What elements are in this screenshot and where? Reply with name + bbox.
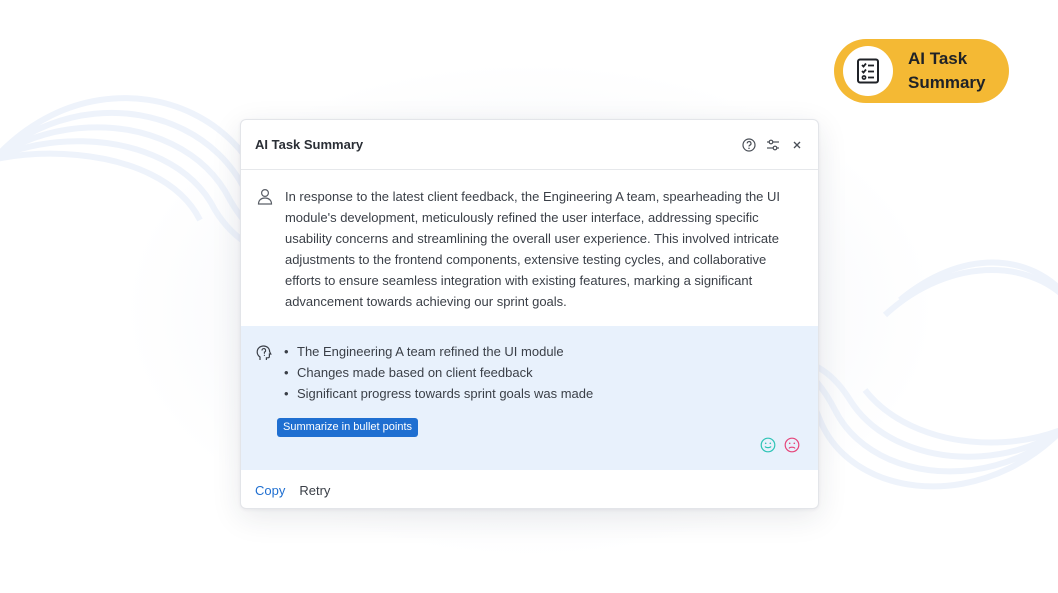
badge-icon-container bbox=[843, 46, 893, 96]
help-icon bbox=[742, 137, 756, 152]
ai-task-summary-badge: AI Task Summary bbox=[834, 39, 1009, 103]
prompt-icon-container bbox=[257, 186, 275, 325]
close-button[interactable] bbox=[790, 138, 804, 152]
list-item: Changes made based on client feedback bbox=[283, 362, 593, 383]
copy-button[interactable]: Copy bbox=[255, 483, 285, 498]
list-item: Significant progress towards sprint goal… bbox=[283, 383, 593, 404]
close-icon bbox=[793, 141, 801, 148]
prompt-text: In response to the latest client feedbac… bbox=[284, 189, 781, 309]
badge-label: AI Task Summary bbox=[908, 49, 986, 92]
thumbs-up-button[interactable] bbox=[760, 437, 776, 453]
prompt-section: In response to the latest client feedbac… bbox=[241, 170, 818, 325]
ai-head-icon bbox=[256, 345, 272, 360]
header-actions bbox=[742, 137, 804, 152]
settings-button[interactable] bbox=[766, 138, 780, 152]
settings-sliders-icon bbox=[767, 139, 779, 150]
smile-icon bbox=[760, 437, 776, 453]
summary-bullet-list: The Engineering A team refined the UI mo… bbox=[283, 341, 593, 404]
frown-icon bbox=[784, 437, 800, 453]
dialog-header: AI Task Summary bbox=[241, 120, 818, 170]
thumbs-down-button[interactable] bbox=[784, 437, 800, 453]
ai-summary-dialog: AI Task Summary In response to the lates… bbox=[240, 119, 819, 509]
retry-button[interactable]: Retry bbox=[299, 483, 330, 498]
dialog-footer: Copy Retry bbox=[241, 470, 818, 508]
user-icon bbox=[257, 188, 273, 205]
feedback-buttons bbox=[760, 437, 800, 453]
response-section: The Engineering A team refined the UI mo… bbox=[241, 326, 818, 470]
summarize-bullet-points-chip[interactable]: Summarize in bullet points bbox=[277, 418, 419, 437]
help-button[interactable] bbox=[742, 137, 756, 152]
checklist-icon bbox=[857, 58, 879, 84]
list-item: The Engineering A team refined the UI mo… bbox=[283, 341, 593, 362]
response-icon-container bbox=[256, 345, 272, 366]
dialog-title: AI Task Summary bbox=[255, 137, 364, 152]
